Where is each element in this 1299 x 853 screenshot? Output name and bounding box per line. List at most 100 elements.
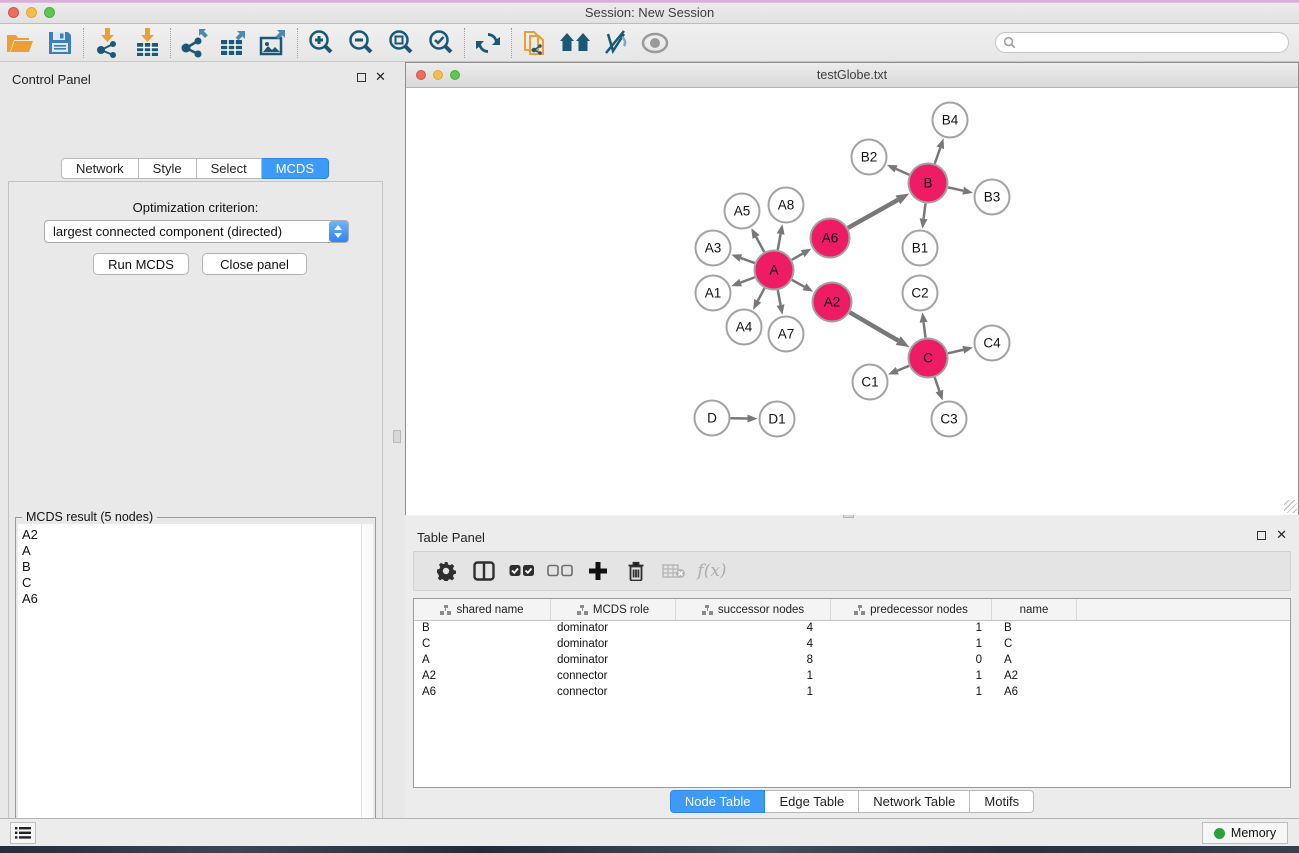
- node-label-A5: A5: [734, 204, 751, 219]
- edge-C-C3[interactable]: [935, 377, 940, 391]
- table-row[interactable]: Cdominator41C: [414, 637, 1290, 653]
- edge-B-B2[interactable]: [896, 169, 909, 175]
- export-network-icon[interactable]: [174, 26, 214, 60]
- edge-B-B1[interactable]: [924, 203, 926, 218]
- refresh-icon[interactable]: [468, 26, 508, 60]
- mcds-result-item[interactable]: A6: [22, 591, 363, 607]
- cell-predecessor-nodes: 0: [831, 653, 992, 669]
- edge-A-A3[interactable]: [741, 258, 755, 263]
- node-label-C4: C4: [983, 336, 1001, 351]
- export-image-icon[interactable]: [254, 26, 294, 60]
- search-input[interactable]: [1016, 36, 1288, 50]
- table-options-gear-icon[interactable]: [428, 554, 464, 588]
- deselect-all-rows-icon[interactable]: [542, 554, 578, 588]
- control-panel-tabs: NetworkStyleSelectMCDS: [0, 158, 390, 179]
- close-panel-icon[interactable]: ✕: [375, 69, 386, 85]
- edge-A-A2[interactable]: [792, 280, 804, 287]
- mcds-result-item[interactable]: B: [22, 559, 363, 575]
- edge-C-C2[interactable]: [924, 322, 926, 337]
- return-home-icon[interactable]: [555, 26, 595, 60]
- hide-graphics-details-icon[interactable]: [595, 26, 635, 60]
- network-window-titlebar[interactable]: testGlobe.txt: [406, 63, 1298, 88]
- zoom-selected-icon[interactable]: [421, 26, 461, 60]
- node-label-C2: C2: [911, 286, 928, 301]
- edge-A-A7[interactable]: [778, 290, 781, 305]
- edge-arrowhead: [747, 415, 757, 423]
- edge-A-A8[interactable]: [778, 234, 781, 250]
- mcds-result-item[interactable]: A: [22, 543, 363, 559]
- close-panel-icon[interactable]: ✕: [1276, 527, 1287, 543]
- edge-arrowhead: [888, 367, 899, 375]
- edge-A6-B[interactable]: [848, 200, 898, 228]
- memory-label: Memory: [1231, 826, 1276, 840]
- divider-grip[interactable]: [393, 430, 401, 443]
- search-icon: [1003, 36, 1016, 49]
- table-row[interactable]: Bdominator41B: [414, 621, 1290, 637]
- edge-arrowhead: [801, 249, 812, 257]
- edge-arrowhead: [751, 228, 759, 239]
- tab-network[interactable]: Network: [61, 158, 139, 179]
- task-history-icon[interactable]: [10, 822, 36, 844]
- table-row[interactable]: Adominator80A: [414, 653, 1290, 669]
- toolbar-separator: [511, 28, 512, 58]
- edge-C-C1[interactable]: [897, 366, 909, 371]
- create-column-plus-icon[interactable]: [580, 554, 616, 588]
- column-header-shared-name[interactable]: shared name: [414, 599, 551, 620]
- mcds-result-group: MCDS result (5 nodes) A2ABCA6: [15, 517, 376, 853]
- tab-network-table[interactable]: Network Table: [859, 790, 970, 813]
- memory-button[interactable]: Memory: [1202, 822, 1288, 844]
- open-session-icon[interactable]: [0, 26, 40, 60]
- mcds-result-item[interactable]: C: [22, 575, 363, 591]
- toggle-view-icon[interactable]: [635, 26, 675, 60]
- window-resize-grip[interactable]: [1284, 500, 1297, 513]
- tab-mcds[interactable]: MCDS: [262, 158, 329, 179]
- edge-B-B4[interactable]: [935, 148, 941, 164]
- result-list-scrollbar[interactable]: [361, 524, 373, 853]
- column-header-successor-nodes[interactable]: successor nodes: [676, 599, 831, 620]
- vertical-split-divider[interactable]: [390, 62, 405, 818]
- export-table-icon[interactable]: [214, 26, 254, 60]
- table-row[interactable]: A2connector11A2: [414, 669, 1290, 685]
- column-header-mcds-role[interactable]: MCDS role: [551, 599, 676, 620]
- mcds-result-list[interactable]: A2ABCA6: [18, 524, 363, 853]
- status-bar: Memory: [0, 818, 1299, 846]
- import-network-icon[interactable]: [87, 26, 127, 60]
- search-field[interactable]: [995, 32, 1289, 53]
- zoom-in-icon[interactable]: [301, 26, 341, 60]
- clone-network-icon[interactable]: [515, 26, 555, 60]
- mcds-result-item[interactable]: A2: [22, 527, 363, 543]
- tab-motifs[interactable]: Motifs: [970, 790, 1034, 813]
- edge-arrowhead: [962, 187, 973, 195]
- import-table-icon[interactable]: [127, 26, 167, 60]
- edge-B-B3[interactable]: [948, 187, 963, 190]
- save-session-icon[interactable]: [40, 26, 80, 60]
- select-all-rows-icon[interactable]: [504, 554, 540, 588]
- run-mcds-button[interactable]: Run MCDS: [93, 253, 189, 275]
- tab-select[interactable]: Select: [197, 158, 262, 179]
- network-canvas[interactable]: AA6A2BCA1A3A4A5A7A8B1B2B3B4C1C2C3C4DD1: [406, 89, 1298, 515]
- edge-A2-C[interactable]: [850, 312, 898, 340]
- tab-node-table[interactable]: Node Table: [670, 790, 766, 813]
- tab-style[interactable]: Style: [139, 158, 197, 179]
- close-panel-button[interactable]: Close panel: [202, 253, 307, 275]
- column-header-predecessor-nodes[interactable]: predecessor nodes: [831, 599, 992, 620]
- edge-C-C4[interactable]: [948, 350, 963, 354]
- delete-column-trash-icon[interactable]: [618, 554, 654, 588]
- optimization-criterion-label: Optimization criterion:: [9, 200, 382, 215]
- edge-A-A5[interactable]: [756, 237, 764, 252]
- edge-A-A4[interactable]: [758, 288, 765, 301]
- tab-edge-table[interactable]: Edge Table: [765, 790, 859, 813]
- column-header-name[interactable]: name: [992, 599, 1077, 620]
- zoom-fit-icon[interactable]: [381, 26, 421, 60]
- table-row[interactable]: A6connector11A6: [414, 685, 1290, 701]
- table-panel-title: Table Panel: [417, 530, 485, 545]
- zoom-out-icon[interactable]: [341, 26, 381, 60]
- edge-A-A6[interactable]: [792, 254, 803, 260]
- edge-arrowhead: [962, 346, 973, 354]
- float-panel-icon[interactable]: [1257, 531, 1266, 540]
- edge-arrowhead: [731, 279, 742, 286]
- float-panel-icon[interactable]: [357, 73, 366, 82]
- show-column-panel-icon[interactable]: [466, 554, 502, 588]
- optimization-criterion-select[interactable]: largest connected component (directed): [44, 220, 349, 243]
- edge-A-A1[interactable]: [741, 277, 755, 282]
